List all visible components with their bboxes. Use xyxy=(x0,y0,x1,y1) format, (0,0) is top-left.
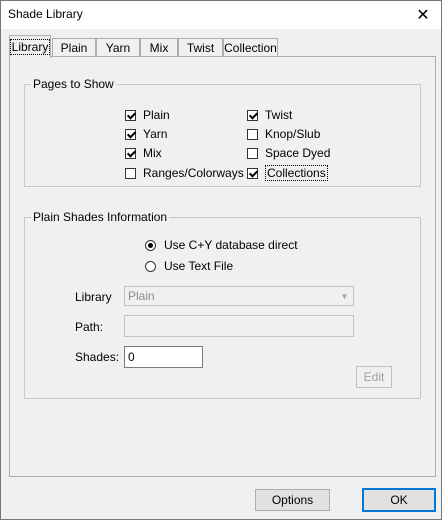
tab-library-label: Library xyxy=(9,39,51,55)
radio-button[interactable] xyxy=(145,239,156,251)
window-title: Shade Library xyxy=(8,7,83,21)
dialog-window: Shade Library ✕ Library Plain Yarn Mix T… xyxy=(0,0,442,520)
tab-yarn[interactable]: Yarn xyxy=(96,38,140,56)
plain-shades-title: Plain Shades Information xyxy=(31,210,170,224)
title-bar: Shade Library ✕ xyxy=(1,1,441,29)
checkbox-box[interactable] xyxy=(247,109,258,121)
edit-button[interactable]: Edit xyxy=(356,366,392,388)
checkbox-plain[interactable]: Plain xyxy=(125,107,170,123)
checkbox-label: Mix xyxy=(143,146,162,160)
library-label: Library xyxy=(75,290,112,304)
shades-field[interactable]: 0 xyxy=(124,346,203,368)
ok-button[interactable]: OK xyxy=(362,488,436,512)
checkbox-label: Ranges/Colorways xyxy=(143,166,244,180)
library-select-value: Plain xyxy=(128,289,155,303)
checkbox-box[interactable] xyxy=(247,167,258,179)
radio-label: Use C+Y database direct xyxy=(164,238,298,252)
tab-mix[interactable]: Mix xyxy=(140,38,178,56)
chevron-down-icon[interactable]: ▼ xyxy=(338,289,351,303)
library-select[interactable]: Plain ▼ xyxy=(124,286,354,306)
close-icon: ✕ xyxy=(416,7,430,24)
tab-twist[interactable]: Twist xyxy=(178,38,223,56)
checkbox-knop-slub[interactable]: Knop/Slub xyxy=(247,126,320,142)
checkbox-collections[interactable]: Collections xyxy=(247,165,328,181)
checkbox-box[interactable] xyxy=(247,147,258,159)
checkbox-twist[interactable]: Twist xyxy=(247,107,292,123)
tab-collection[interactable]: Collection xyxy=(223,38,278,56)
tab-plain[interactable]: Plain xyxy=(52,38,96,56)
radio-button[interactable] xyxy=(145,260,156,272)
checkbox-yarn[interactable]: Yarn xyxy=(125,126,167,142)
checkbox-label: Twist xyxy=(265,108,293,122)
pages-to-show-title: Pages to Show xyxy=(31,77,116,91)
checkbox-mix[interactable]: Mix xyxy=(125,145,162,161)
checkbox-box[interactable] xyxy=(125,167,136,179)
checkbox-space-dyed[interactable]: Space Dyed xyxy=(247,145,330,161)
checkbox-ranges-colorways[interactable]: Ranges/Colorways xyxy=(125,165,244,181)
radio-use-text-file[interactable]: Use Text File xyxy=(145,258,233,274)
checkbox-box[interactable] xyxy=(125,109,136,121)
radio-label: Use Text File xyxy=(164,259,234,273)
tab-library[interactable]: Library xyxy=(9,35,51,58)
checkbox-box[interactable] xyxy=(125,128,136,140)
checkbox-box[interactable] xyxy=(125,147,136,159)
shades-label: Shades: xyxy=(75,350,120,364)
pages-to-show-group: Pages to Show Plain Yarn Mix Ranges/Colo… xyxy=(24,77,421,187)
plain-shades-group: Plain Shades Information Use C+Y databas… xyxy=(24,210,421,399)
path-label: Path: xyxy=(75,320,104,334)
close-button[interactable]: ✕ xyxy=(405,1,441,29)
checkbox-label: Knop/Slub xyxy=(265,127,321,141)
checkbox-label: Space Dyed xyxy=(265,146,331,160)
checkbox-box[interactable] xyxy=(247,128,258,140)
options-button[interactable]: Options xyxy=(255,489,330,511)
checkbox-label: Plain xyxy=(143,108,170,122)
checkbox-label: Yarn xyxy=(143,127,168,141)
checkbox-label: Collections xyxy=(265,165,328,181)
path-field[interactable] xyxy=(124,315,354,337)
tab-page-library: Pages to Show Plain Yarn Mix Ranges/Colo… xyxy=(9,56,436,477)
radio-use-database[interactable]: Use C+Y database direct xyxy=(145,237,298,253)
